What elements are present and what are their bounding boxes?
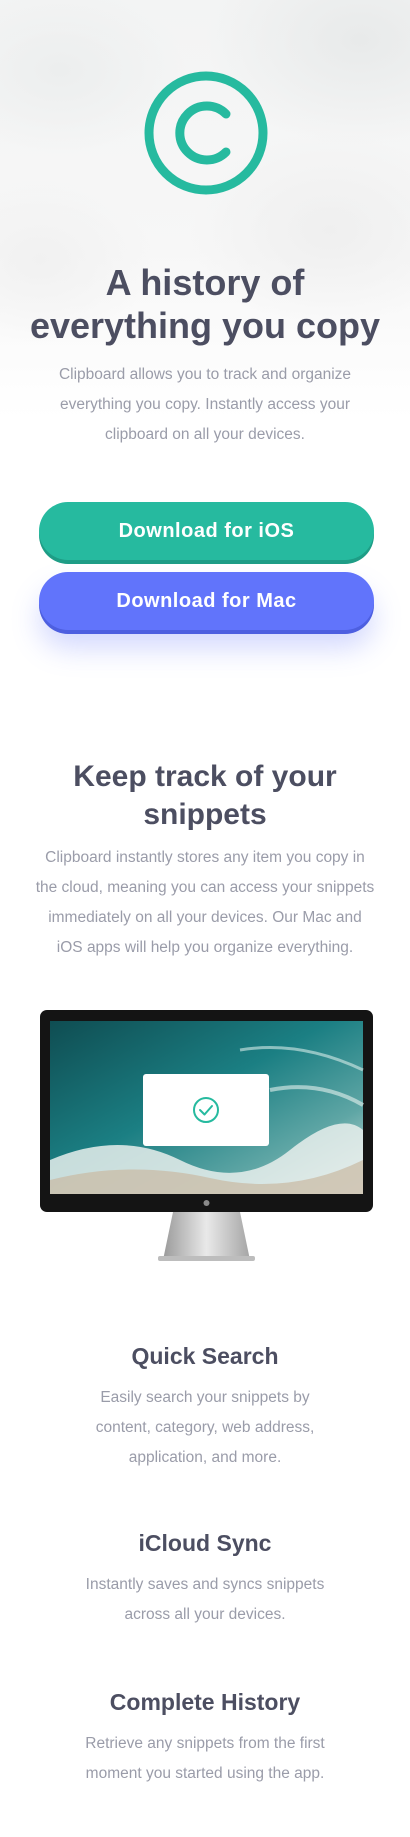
feature-line: Retrieve any snippets from the first [85, 1735, 325, 1752]
feature-line: moment you started using the app. [85, 1765, 325, 1782]
snippets-description-line2: the cloud, meaning you can access your s… [35, 879, 375, 896]
snippets-title-line1: Keep track of your [73, 760, 337, 793]
feature-title: iCloud Sync [138, 1530, 272, 1556]
feature-line: content, category, web address, [95, 1419, 315, 1436]
copyright-c-icon [144, 71, 268, 195]
hero-title: A history of everything you copy [0, 261, 410, 347]
feature-title: Complete History [109, 1689, 301, 1715]
feature-title: Quick Search [131, 1343, 279, 1369]
feature-icloud-sync: iCloud Sync Instantly saves and syncs sn… [0, 1528, 410, 1630]
hero-description-line2: everything you copy. Instantly access yo… [59, 396, 351, 413]
hero-description-line3: clipboard on all your devices. [105, 426, 305, 443]
snippets-description-line1: Clipboard instantly stores any item you … [45, 849, 365, 866]
hero-description-line1: Clipboard allows you to track and organi… [58, 366, 352, 383]
feature-complete-history: Complete History Retrieve any snippets f… [0, 1687, 410, 1789]
download-mac-button[interactable]: Download for Mac [39, 572, 374, 630]
snippets-title-line2: snippets [143, 798, 267, 831]
monitor-illustration [40, 1010, 373, 1261]
hero-title-line2: everything you copy [29, 305, 381, 346]
feature-line: Easily search your snippets by [100, 1389, 310, 1406]
download-ios-button[interactable]: Download for iOS [39, 502, 374, 560]
snippets-description: Clipboard instantly stores any item you … [0, 843, 410, 963]
hero-description: Clipboard allows you to track and organi… [0, 360, 410, 450]
feature-quick-search: Quick Search Easily search your snippets… [0, 1341, 410, 1473]
hero-title-line1: A history of [105, 262, 305, 303]
feature-line: across all your devices. [124, 1606, 286, 1623]
hero-background [0, 0, 410, 420]
snippets-description-line4: iOS apps will help you organize everythi… [56, 939, 354, 956]
snippets-description-line3: immediately on all your devices. Our Mac… [48, 909, 362, 926]
feature-line: application, and more. [128, 1449, 282, 1466]
snippets-title: Keep track of your snippets [0, 758, 410, 834]
feature-line: Instantly saves and syncs snippets [85, 1576, 325, 1593]
